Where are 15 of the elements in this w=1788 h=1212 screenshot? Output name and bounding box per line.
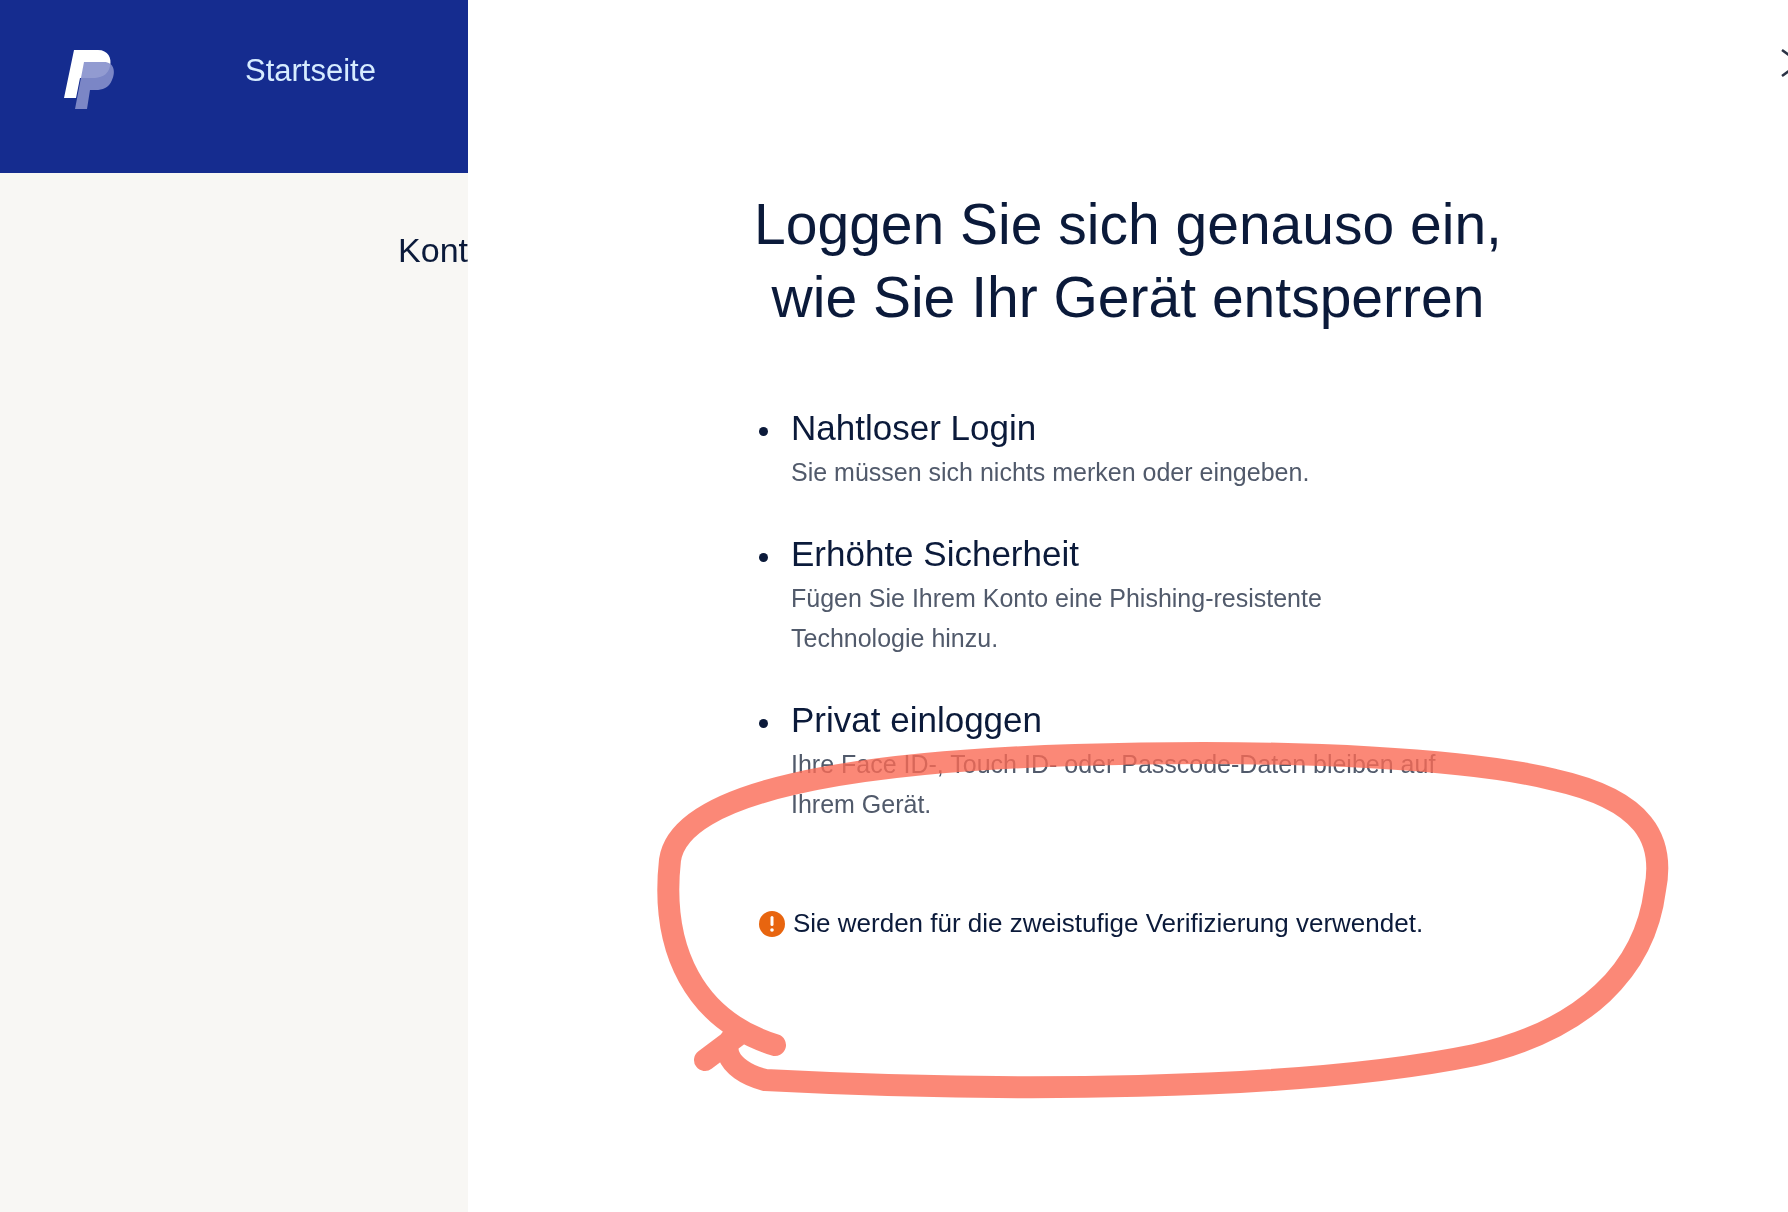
logo-icon — [64, 50, 116, 110]
sidebar-item[interactable]: Kont — [398, 225, 468, 276]
dialog-title: Loggen Sie sich genauso ein, — [754, 191, 1502, 258]
dialog-title: wie Sie Ihr Gerät entsperren — [771, 264, 1485, 331]
home-link[interactable]: Startseite — [245, 48, 376, 95]
bullet-icon — [759, 553, 768, 562]
benefit-title: Erhöhte Sicherheit — [791, 533, 1080, 575]
bullet-icon — [759, 719, 768, 728]
benefit-title: Nahtloser Login — [791, 407, 1038, 449]
notice-text: Sie werden für die zweistufige Verifizierung verwendet. — [793, 907, 1424, 940]
warning-icon — [759, 910, 785, 937]
benefit-text: Sie müssen sich nichts merken oder eingeben. — [791, 457, 1310, 488]
benefit-text: Fügen Sie Ihrem Konto eine Phishing-resistente Technologie hinzu. — [791, 583, 1323, 654]
bullet-icon — [759, 427, 768, 436]
benefit-title: Privat einloggen — [791, 699, 1043, 741]
